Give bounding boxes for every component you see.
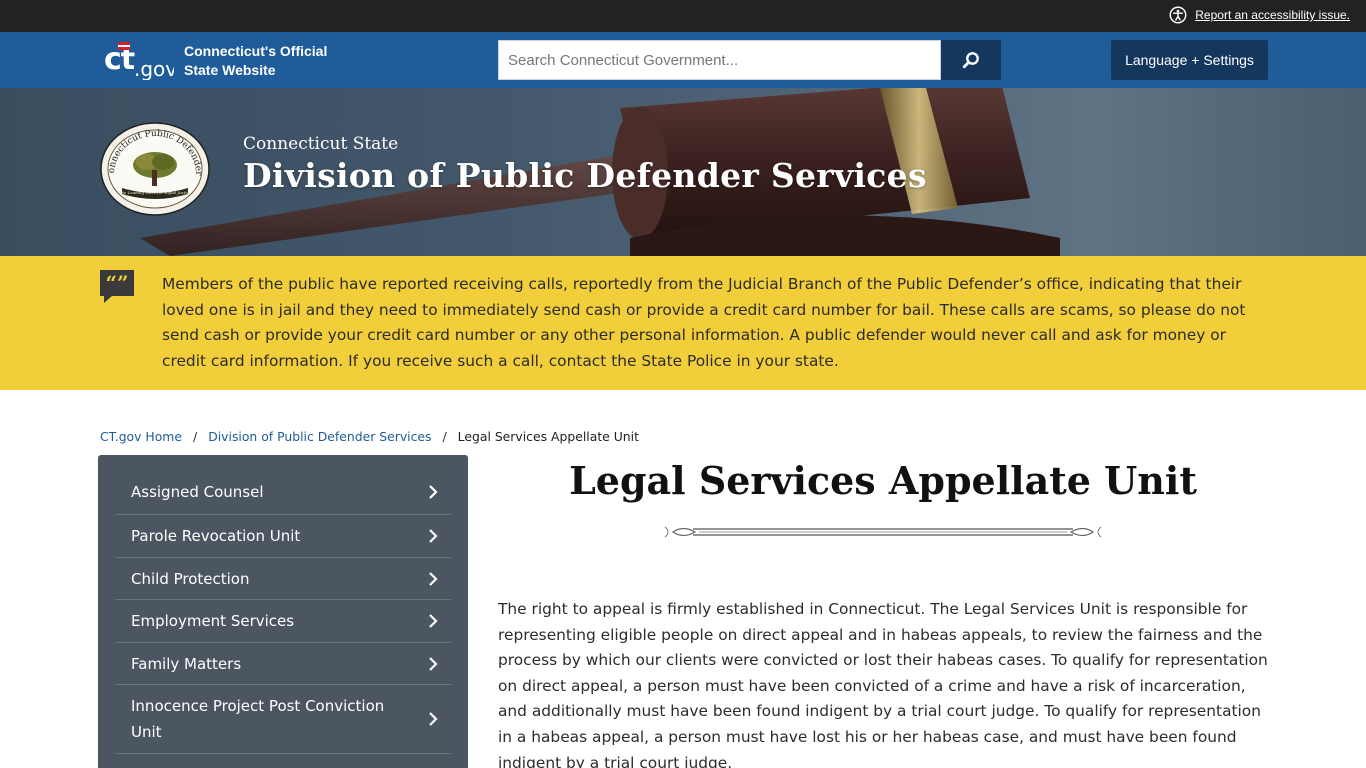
- breadcrumb-separator: /: [442, 429, 447, 444]
- accessibility-link-text[interactable]: Report an accessibility issue.: [1195, 8, 1350, 22]
- search-input[interactable]: [498, 40, 941, 80]
- logo-flag-stripe: [118, 45, 130, 47]
- breadcrumb-separator: /: [193, 429, 198, 444]
- sidenav-item-label: Assigned Counsel: [131, 482, 264, 501]
- official-site-label[interactable]: Connecticut's Official State Website: [184, 42, 354, 80]
- sidenav-item-label: Innocence Project Post Conviction Unit: [131, 697, 385, 741]
- chevron-right-icon: [429, 614, 438, 628]
- sidenav-item-innocence-project[interactable]: Innocence Project Post Conviction Unit: [115, 685, 451, 754]
- sidenav-item-family-matters[interactable]: Family Matters: [115, 643, 451, 685]
- alert-message: Members of the public have reported rece…: [162, 275, 1246, 370]
- sidenav-item-label: Parole Revocation Unit: [131, 527, 301, 545]
- scam-alert-banner: “” Members of the public have reported r…: [0, 256, 1366, 390]
- chevron-right-icon: [429, 656, 438, 671]
- agency-subtitle: Connecticut State: [243, 134, 399, 154]
- breadcrumb-home-link[interactable]: CT.gov Home: [100, 429, 182, 444]
- accessibility-report-link[interactable]: Report an accessibility issue.: [1169, 6, 1350, 24]
- utility-bar: Report an accessibility issue.: [0, 0, 1366, 32]
- chevron-right-icon: [429, 484, 438, 499]
- decorative-divider: [664, 526, 1102, 538]
- ct-gov-header: ct .gov Connecticut's Official State Web…: [0, 32, 1366, 88]
- side-navigation: Assigned Counsel Parole Revocation Unit …: [98, 455, 468, 768]
- svg-text:“”: “”: [105, 271, 128, 295]
- language-settings-button[interactable]: Language + Settings: [1111, 40, 1268, 80]
- sidenav-item-employment-services[interactable]: Employment Services: [115, 600, 451, 643]
- breadcrumb-current: Legal Services Appellate Unit: [457, 429, 639, 444]
- accessibility-icon: [1169, 6, 1187, 24]
- breadcrumb: CT.gov Home / Division of Public Defender …: [100, 429, 639, 444]
- search-button[interactable]: [941, 40, 1001, 80]
- public-defender-seal: Connecticut Public Defenders The Leading…: [100, 122, 210, 216]
- sidenav-item-parole-revocation[interactable]: Parole Revocation Unit: [115, 515, 451, 558]
- official-site-line2: State Website: [184, 62, 276, 78]
- agency-title[interactable]: Division of Public Defender Services: [243, 156, 927, 195]
- search-icon: [962, 52, 979, 69]
- chevron-right-icon: [429, 712, 438, 726]
- logo-gov: .gov: [134, 57, 174, 80]
- chevron-right-icon: [429, 571, 438, 586]
- sidenav-item-child-protection[interactable]: Child Protection: [115, 558, 451, 600]
- official-site-line1: Connecticut's Official: [184, 43, 328, 59]
- sidenav-item-label: Family Matters: [131, 654, 242, 673]
- sidenav-item-label: Employment Services: [131, 612, 295, 630]
- sidenav-item-assigned-counsel[interactable]: Assigned Counsel: [115, 469, 451, 515]
- seal-text-bottom: The Leading Voice for Equal Justice: [119, 190, 192, 195]
- agency-hero-banner: Connecticut Public Defenders The Leading…: [0, 88, 1366, 256]
- quote-bubble-icon: “”: [100, 270, 134, 303]
- ct-gov-logo[interactable]: ct .gov: [104, 40, 174, 80]
- page-title: Legal Services Appellate Unit: [569, 458, 1197, 503]
- sidenav-item-label: Child Protection: [131, 569, 250, 588]
- breadcrumb-agency-link[interactable]: Division of Public Defender Services: [208, 429, 431, 444]
- search-form: [498, 40, 1001, 80]
- chevron-right-icon: [429, 529, 438, 543]
- unit-description: The right to appeal is firmly establishe…: [498, 600, 1268, 768]
